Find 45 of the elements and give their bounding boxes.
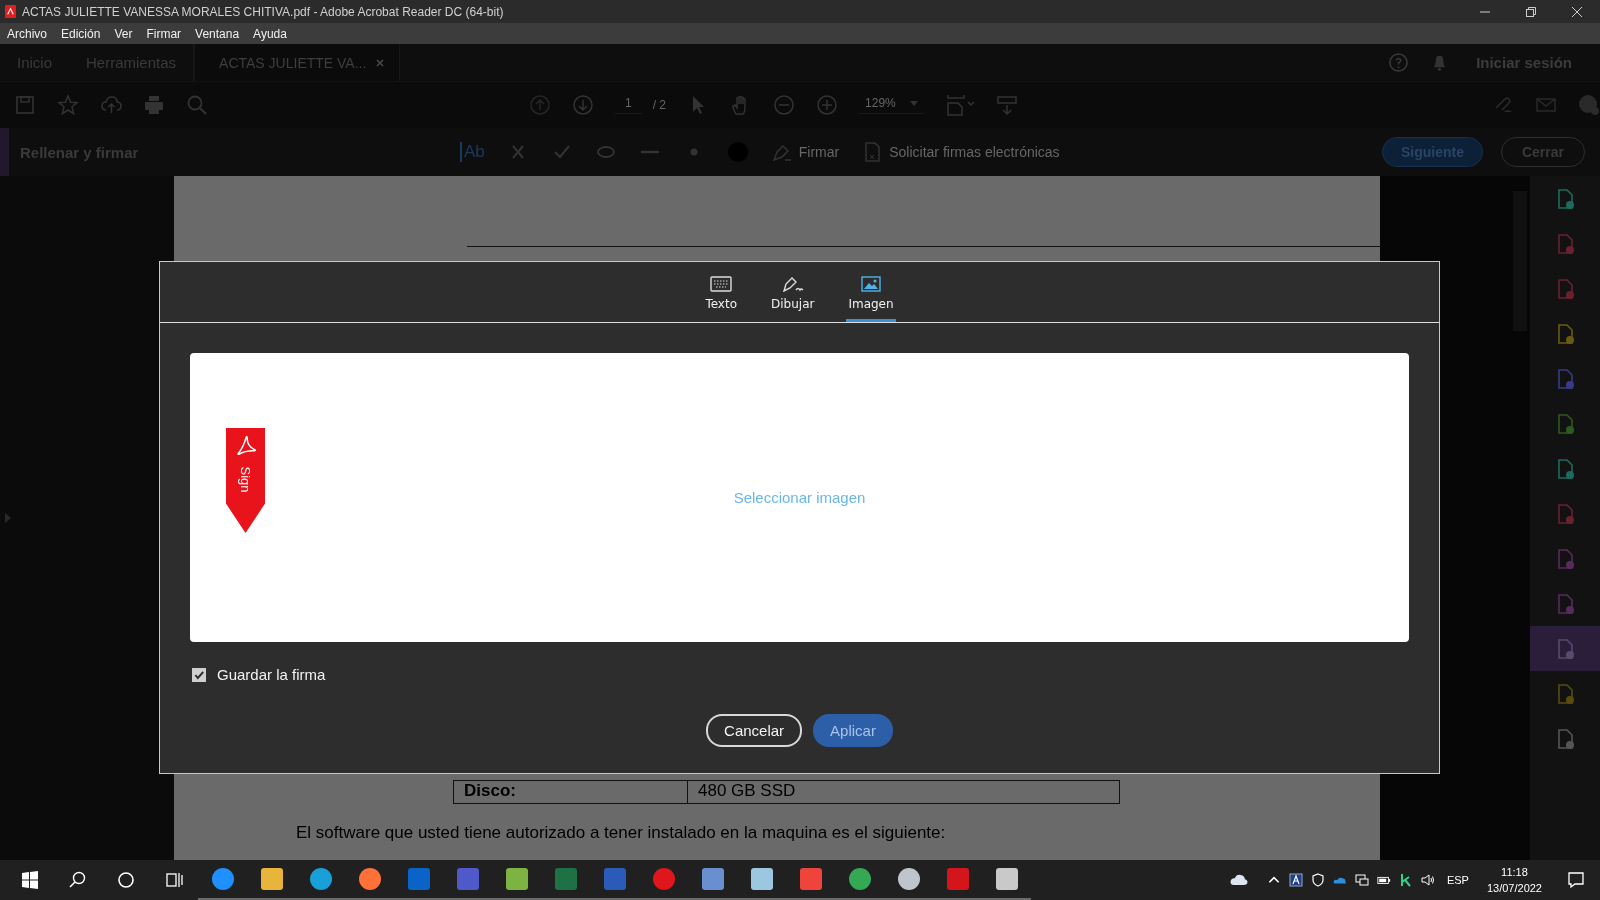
page-down-icon[interactable] bbox=[572, 94, 594, 116]
star-icon[interactable] bbox=[57, 94, 79, 116]
close-icon[interactable] bbox=[375, 57, 386, 68]
menu-item[interactable]: Archivo bbox=[7, 26, 47, 41]
menu-item[interactable]: Ventana bbox=[195, 26, 240, 41]
print-icon[interactable] bbox=[143, 94, 165, 116]
cancel-button[interactable]: Cancelar bbox=[706, 714, 803, 747]
page-number-field[interactable]: 1 bbox=[615, 96, 642, 114]
pen-icon bbox=[781, 276, 804, 292]
language-indicator[interactable]: ESP bbox=[1446, 874, 1469, 886]
table-cell: Disco: bbox=[454, 781, 688, 803]
save-icon[interactable] bbox=[14, 94, 36, 116]
sign-tool[interactable]: Firmar bbox=[770, 141, 840, 163]
image-drop-area[interactable]: Sign Seleccionar imagen bbox=[190, 353, 1409, 642]
sign-bookmark-logo: Sign bbox=[226, 428, 265, 533]
help-icon[interactable] bbox=[1388, 52, 1410, 73]
clock[interactable]: 11:18 13/07/2022 bbox=[1486, 864, 1542, 896]
signature-type-tab[interactable]: Imagen bbox=[846, 262, 896, 322]
keyboard-icon bbox=[710, 276, 733, 292]
menu-item[interactable]: Edición bbox=[61, 26, 101, 41]
checkbox[interactable] bbox=[192, 667, 206, 682]
window-title: ACTAS JULIETTE VANESSA MORALES CHITIVA.pdf - Adobe Acrobat Reader DC (64-bit) bbox=[22, 4, 504, 19]
scroll-mode-icon[interactable] bbox=[995, 94, 1018, 116]
request-signatures-tool[interactable]: Solicitar firmas electrónicas bbox=[861, 141, 1060, 163]
page-fit-icon[interactable] bbox=[944, 94, 975, 116]
expand-panel-icon[interactable] bbox=[5, 513, 11, 523]
zoom-dropdown[interactable]: 129% bbox=[859, 96, 924, 114]
menu-item[interactable]: Firmar bbox=[146, 26, 182, 41]
cloud-upload-icon[interactable] bbox=[100, 94, 122, 116]
menu-item[interactable]: Ayuda bbox=[253, 26, 287, 41]
image-icon bbox=[860, 276, 882, 292]
menu-item[interactable]: Ver bbox=[114, 26, 133, 41]
signature-type-tab[interactable]: Dibujar bbox=[769, 262, 817, 322]
zoom-in-icon[interactable] bbox=[816, 94, 839, 116]
zoom-out-icon[interactable] bbox=[773, 94, 796, 116]
caret-icon bbox=[909, 100, 918, 106]
page-up-icon[interactable] bbox=[529, 94, 551, 116]
save-signature-label: Guardar la firma bbox=[217, 666, 326, 683]
tool-item[interactable] bbox=[1530, 626, 1600, 671]
pdf-icon bbox=[5, 5, 16, 18]
signature-type-tab[interactable]: Texto bbox=[703, 262, 739, 322]
apply-button[interactable]: Aplicar bbox=[813, 714, 893, 747]
page-total: / 2 bbox=[652, 98, 667, 112]
table-cell-text: 480 GB SSD bbox=[697, 781, 796, 802]
document-paragraph: El software que usted tiene autorizado a tener instalado en la maquina es el siguiente: bbox=[296, 823, 947, 843]
